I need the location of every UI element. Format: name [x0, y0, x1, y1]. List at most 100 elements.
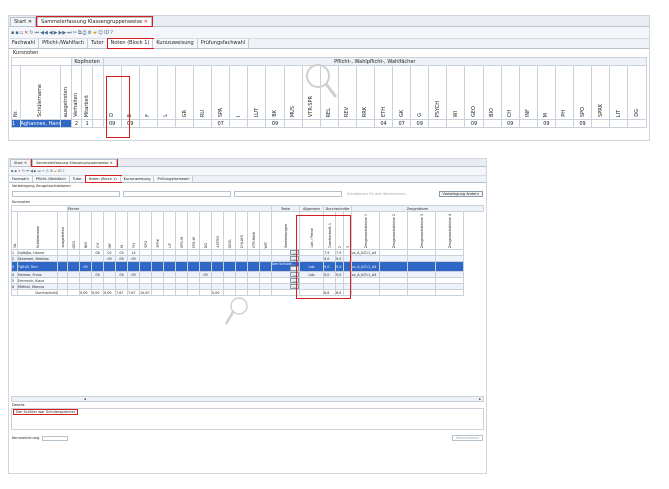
subject-header[interactable]: SPO — [139, 211, 153, 250]
col-zs1-header[interactable]: Zeugnisschablone 1 — [351, 211, 381, 250]
subject-header[interactable]: LIT — [163, 211, 177, 250]
subject-header[interactable]: SPA — [211, 65, 231, 120]
grade-cell[interactable] — [482, 119, 502, 128]
grade-cell[interactable] — [139, 261, 153, 272]
subject-header[interactable]: GEO — [464, 65, 484, 120]
row-name[interactable]: Aghannes, Hannes — [19, 119, 61, 128]
subject-header[interactable]: ASTRO — [211, 211, 225, 250]
folder-icon[interactable]: ▰ — [93, 30, 97, 36]
prev-icon[interactable]: ◀ — [49, 30, 53, 36]
uebernehmen-button[interactable]: Übernehmen — [451, 435, 483, 441]
row-ausgetreten[interactable] — [59, 119, 72, 128]
grade-cell[interactable] — [193, 119, 213, 128]
subject-header[interactable]: VTR:Math — [247, 211, 261, 250]
close-icon[interactable]: ✕ — [144, 19, 148, 25]
user-icon[interactable]: ☺ — [98, 30, 103, 36]
subject-header[interactable]: GR — [174, 65, 195, 120]
grade-cell[interactable] — [156, 119, 176, 128]
kennzeichnung-field[interactable] — [42, 435, 69, 441]
grade-cell[interactable] — [301, 119, 321, 128]
schablonen-uebernehmen-button[interactable]: Schablonen für alle übernehmen — [345, 192, 408, 196]
print-icon[interactable]: ⎙ — [46, 169, 49, 173]
grade-cell[interactable] — [138, 119, 158, 128]
subject-header[interactable]: CHLAYS — [235, 211, 249, 250]
subject-header[interactable]: SPRK — [151, 211, 165, 250]
vorbelegung-aendern-button[interactable]: Vorbelegung ändern — [438, 191, 483, 197]
subject-header[interactable]: F — [138, 65, 158, 120]
subject-header[interactable]: PH — [554, 65, 575, 120]
help-icon[interactable]: ? — [63, 169, 65, 173]
row-nr[interactable]: 1 — [11, 119, 21, 128]
grade-cell[interactable] — [609, 119, 629, 128]
grade-cell[interactable]: 07 — [211, 119, 231, 128]
subject-header[interactable]: SPO-M — [175, 211, 189, 250]
next-icon[interactable]: ▶ — [54, 30, 58, 36]
cut-icon[interactable]: ✂ — [73, 30, 77, 36]
col-verhalten-header[interactable]: Verhalten — [70, 65, 83, 120]
grade-cell[interactable] — [174, 119, 195, 128]
row-mitarbeit[interactable]: 1 — [81, 119, 93, 128]
grade-cell[interactable] — [151, 261, 165, 272]
subtab-fachwahl[interactable]: Fachwahl — [9, 39, 40, 48]
first-record-icon[interactable]: ⏮ — [35, 30, 40, 36]
grade-cell[interactable] — [283, 119, 303, 128]
subject-header[interactable]: M — [115, 211, 129, 250]
save-icon[interactable]: ▪ — [11, 169, 13, 173]
close-icon[interactable]: ✕ — [110, 161, 113, 165]
subject-header[interactable]: REV — [337, 65, 357, 120]
subject-header[interactable]: ETH — [373, 65, 394, 120]
grade-cell[interactable] — [591, 119, 611, 128]
subtab-fachwahl[interactable]: Fachwahl — [9, 176, 33, 182]
tab-start[interactable]: Start ✕ — [10, 159, 31, 166]
zeugnisschablone-field-1[interactable] — [12, 191, 120, 197]
subject-header[interactable]: PSYCH — [428, 65, 448, 120]
grade-cell[interactable]: 09 — [79, 261, 93, 272]
grade-cell[interactable] — [355, 119, 375, 128]
subtab-pflicht-wahlfach[interactable]: Pflicht-/Wahlfach — [39, 39, 89, 48]
col-ausgetreten-header[interactable]: ausgetreten — [59, 65, 72, 120]
subtab-kurszuweisung[interactable]: Kurszuweisung — [153, 39, 198, 48]
close-icon[interactable]: ✕ — [24, 161, 27, 165]
subject-header[interactable]: SPO-W — [187, 211, 201, 250]
grade-cell[interactable] — [518, 119, 538, 128]
subject-header[interactable]: GK — [392, 65, 412, 120]
subject-header[interactable]: CH — [91, 211, 105, 250]
col-name-header[interactable]: Schülername — [17, 211, 58, 250]
grade-cell[interactable] — [627, 119, 647, 128]
next-icon[interactable]: ▶ — [34, 169, 37, 173]
prev-icon[interactable]: ◀ — [30, 169, 33, 173]
subject-header[interactable]: G — [410, 65, 430, 120]
grade-cell[interactable] — [103, 261, 117, 272]
grade-cell[interactable]: 04 — [373, 119, 394, 128]
settings-icon[interactable]: ⚙ — [88, 30, 92, 36]
col-zs3-header[interactable]: Zeugnisschablone 3 — [407, 211, 437, 250]
col-nr-header[interactable]: Nr. — [11, 65, 21, 120]
grade-cell[interactable] — [247, 261, 261, 272]
subject-header[interactable]: DG — [627, 65, 647, 120]
settings-icon[interactable]: ⚙ — [50, 169, 53, 173]
subject-header[interactable]: BIO — [482, 65, 502, 120]
grade-cell[interactable]: 09 — [464, 119, 484, 128]
subject-header[interactable]: WI — [446, 65, 466, 120]
table-row[interactable]: 3 Tgfhjfl, Tom 09 Der Schüler...… Lob 9,0 9,0 z… — [11, 261, 484, 272]
subject-header[interactable]: RU — [193, 65, 213, 120]
row-ausgetreten[interactable] — [56, 261, 69, 272]
details-text-area[interactable]: Der Schüler war Schülersprecher — [11, 408, 484, 430]
col-zs2-header[interactable]: Zeugnisschablone 2 — [379, 211, 409, 250]
grade-cell[interactable] — [259, 261, 273, 272]
folder-icon[interactable]: ▰ — [54, 169, 57, 173]
delete-icon[interactable]: ✕ — [18, 169, 21, 173]
help-icon[interactable]: ? — [110, 30, 113, 36]
scroll-left-icon[interactable]: ◂ — [84, 397, 86, 401]
grade-cell[interactable]: 09 — [573, 119, 593, 128]
subject-header[interactable]: M — [536, 65, 556, 120]
subject-header[interactable]: I — [229, 65, 249, 120]
subject-header[interactable]: RRK — [355, 65, 375, 120]
subtab-tutor[interactable]: Tutor — [88, 39, 108, 48]
subject-header[interactable]: INF — [518, 65, 538, 120]
zeugnisschablone-cell[interactable] — [435, 261, 465, 272]
grade-cell[interactable] — [91, 261, 105, 272]
last-record-icon[interactable]: ⏭ — [38, 169, 41, 173]
cut-icon[interactable]: ✂ — [42, 169, 45, 173]
grade-cell[interactable] — [115, 261, 129, 272]
